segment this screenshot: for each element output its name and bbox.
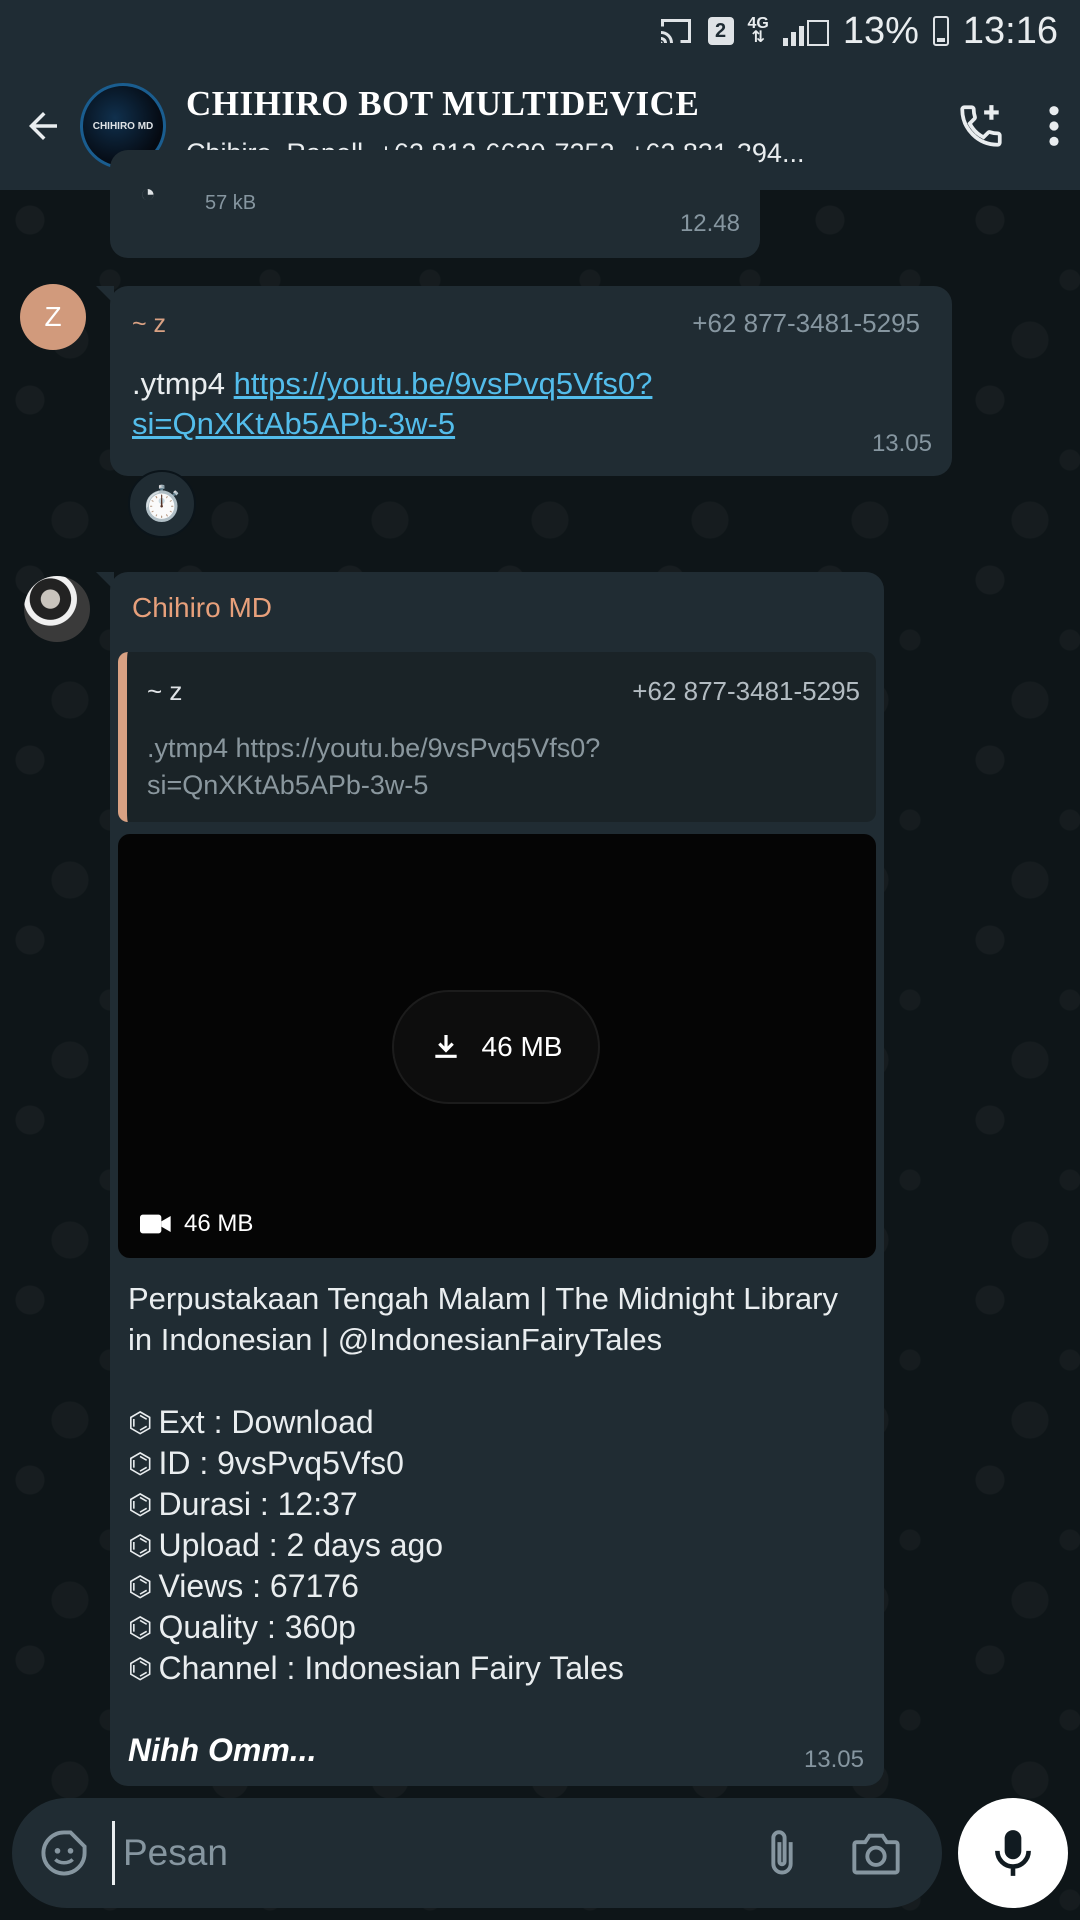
hexagon-icon: ⌬ xyxy=(128,1612,153,1643)
message-time: 13.05 xyxy=(803,1746,864,1773)
info-text: Durasi : 12:37 xyxy=(158,1486,358,1522)
avatar[interactable]: Z xyxy=(20,284,86,350)
group-title: CHIHIRO BOT MULTIDEVICE xyxy=(186,83,700,123)
info-item: ⌬ Quality : 360p xyxy=(128,1607,868,1648)
sender-phone: +62 877-3481-5295 xyxy=(692,308,920,338)
hexagon-icon: ⌬ xyxy=(128,1489,153,1520)
info-text: Upload : 2 days ago xyxy=(158,1527,444,1563)
info-text: Ext : Download xyxy=(158,1404,374,1440)
back-arrow-icon xyxy=(22,105,64,147)
message-bubble[interactable]: Chihiro MD ~ z +62 877-3481-5295 .ytmp4 … xyxy=(96,572,884,1786)
add-call-icon[interactable] xyxy=(956,101,1006,151)
video-title: Perpustakaan Tengah Malam | The Midnight… xyxy=(128,1281,838,1357)
info-text: Channel : Indonesian Fairy Tales xyxy=(158,1650,624,1686)
hexagon-icon: ⌬ xyxy=(128,1407,153,1438)
video-meta: 46 MB xyxy=(140,1210,253,1238)
message-text: .ytmp4 https://youtu.be/9vsPvq5Vfs0?si=Q… xyxy=(132,364,832,444)
info-list: ⌬ Ext : Download ⌬ ID : 9vsPvq5Vfs0 ⌬ Duras… xyxy=(128,1402,868,1689)
battery-percent: 13% xyxy=(842,9,919,52)
status-bar: 2 4G ⇅ 13% 13:16 xyxy=(0,0,1080,62)
message-composer xyxy=(12,1798,942,1908)
signal-icon xyxy=(782,16,829,46)
mic-button[interactable] xyxy=(958,1798,1068,1908)
hexagon-icon: ⌬ xyxy=(128,1530,153,1561)
avatar-initial: Z xyxy=(44,301,62,332)
sim-icon: 2 xyxy=(707,17,734,45)
sender-name[interactable]: ~ z xyxy=(132,310,166,339)
message-bubble[interactable]: ~ z +62 877-3481-5295 .ytmp4 https://you… xyxy=(96,286,952,476)
attach-icon[interactable] xyxy=(762,1827,802,1879)
info-text: Views : 67176 xyxy=(158,1568,359,1604)
reaction-badge[interactable]: ⏱️ xyxy=(128,470,196,538)
sender-name[interactable]: Chihiro MD xyxy=(132,592,272,624)
info-text: ID : 9vsPvq5Vfs0 xyxy=(158,1445,404,1481)
download-icon xyxy=(430,1031,462,1063)
sticker-icon[interactable] xyxy=(38,1827,90,1879)
more-vert-icon[interactable] xyxy=(1046,103,1062,149)
info-item: ⌬ Channel : Indonesian Fairy Tales xyxy=(128,1648,868,1689)
info-item: ⌬ Views : 67176 xyxy=(128,1566,868,1607)
quote-phone: +62 877-3481-5295 xyxy=(632,676,860,706)
message-time: 12.48 xyxy=(679,210,740,237)
info-item: ⌬ Upload : 2 days ago xyxy=(128,1525,868,1566)
download-size: 46 MB xyxy=(481,1031,563,1062)
hexagon-icon: ⌬ xyxy=(128,1653,153,1684)
hexagon-icon: ⌬ xyxy=(128,1571,153,1602)
info-item: ⌬ Durasi : 12:37 xyxy=(128,1484,868,1525)
mic-icon xyxy=(992,1828,1034,1878)
clock: 13:16 xyxy=(962,9,1058,52)
info-item: ⌬ Ext : Download xyxy=(128,1402,868,1443)
camera-icon[interactable] xyxy=(850,1830,902,1876)
audio-icon: ◔ xyxy=(140,178,156,208)
message-input[interactable] xyxy=(112,1821,762,1885)
avatar-text: CHIHIRO MD xyxy=(92,120,154,132)
cast-icon xyxy=(658,16,694,46)
back-button[interactable] xyxy=(8,91,78,161)
message-time: 13.05 xyxy=(871,430,932,457)
info-item: ⌬ ID : 9vsPvq5Vfs0 xyxy=(128,1443,868,1484)
quoted-message[interactable]: ~ z +62 877-3481-5295 .ytmp4 https://you… xyxy=(118,652,876,822)
info-text: Quality : 360p xyxy=(158,1609,356,1645)
quote-sender: ~ z xyxy=(147,676,183,706)
video-camera-icon xyxy=(140,1212,172,1236)
video-attachment[interactable]: 46 MB 46 MB xyxy=(118,834,876,1258)
network-4g-icon: 4G ⇅ xyxy=(747,15,769,46)
video-size: 46 MB xyxy=(184,1210,254,1237)
hexagon-icon: ⌬ xyxy=(128,1448,153,1479)
avatar[interactable] xyxy=(24,576,90,642)
network-label: 4G xyxy=(747,15,769,32)
closing-text: Nihh Omm... xyxy=(128,1732,317,1768)
quote-text: .ytmp4 https://youtu.be/9vsPvq5Vfs0?si=Q… xyxy=(147,733,601,800)
command-text: .ytmp4 xyxy=(132,366,226,401)
stopwatch-icon: ⏱️ xyxy=(140,485,184,523)
file-size: 57 kB xyxy=(205,192,257,214)
previous-message-bubble[interactable]: ◔ 57 kB 12.48 xyxy=(110,150,760,258)
download-button[interactable]: 46 MB xyxy=(392,990,600,1104)
battery-icon xyxy=(932,16,949,46)
